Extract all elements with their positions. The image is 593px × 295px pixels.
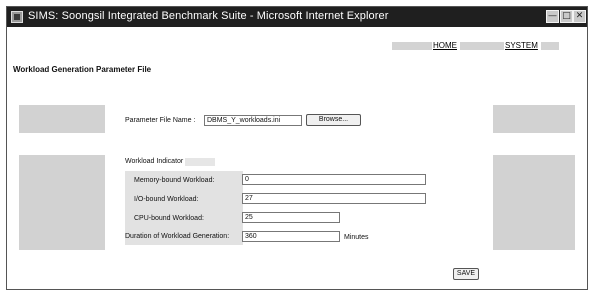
window-title: SIMS: Soongsil Integrated Benchmark Suit… bbox=[28, 10, 389, 22]
right-bottom-panel bbox=[493, 155, 575, 250]
title-bar: SIMS: Soongsil Integrated Benchmark Suit… bbox=[7, 7, 587, 27]
browser-window: SIMS: Soongsil Integrated Benchmark Suit… bbox=[6, 6, 588, 290]
io-bound-field[interactable]: 27 bbox=[242, 193, 426, 204]
duration-label: Duration of Workload Generation: bbox=[125, 233, 230, 240]
home-link[interactable]: HOME bbox=[433, 41, 457, 50]
maximize-icon[interactable]: □ bbox=[560, 10, 573, 23]
browse-button[interactable]: Browse... bbox=[306, 114, 361, 126]
duration-unit: Minutes bbox=[344, 234, 369, 241]
minimize-icon[interactable]: — bbox=[546, 10, 559, 23]
page-content: HOME SYSTEM Workload Generation Paramete… bbox=[7, 27, 587, 289]
parameter-file-field[interactable]: DBMS_Y_workloads.ini bbox=[204, 115, 302, 126]
close-icon[interactable]: ✕ bbox=[573, 10, 586, 23]
left-bottom-panel bbox=[19, 155, 105, 250]
save-button[interactable]: SAVE bbox=[453, 268, 479, 280]
memory-bound-field[interactable]: 0 bbox=[242, 174, 426, 185]
nav-decoration bbox=[460, 42, 504, 50]
memory-bound-label: Memory-bound Workload: bbox=[134, 177, 215, 184]
parameter-file-label: Parameter File Name : bbox=[125, 117, 196, 124]
io-bound-label: I/O-bound Workload: bbox=[134, 196, 199, 203]
workload-indicator-title: Workload Indicator bbox=[125, 158, 184, 165]
right-top-panel bbox=[493, 105, 575, 133]
cpu-bound-label: CPU-bound Workload: bbox=[134, 215, 204, 222]
nav-decoration bbox=[392, 42, 432, 50]
duration-field[interactable]: 360 bbox=[242, 231, 340, 242]
ie-app-icon bbox=[11, 11, 23, 23]
left-top-panel bbox=[19, 105, 105, 133]
system-link[interactable]: SYSTEM bbox=[505, 41, 538, 50]
cpu-bound-field[interactable]: 25 bbox=[242, 212, 340, 223]
nav-decoration bbox=[541, 42, 559, 50]
indicator-decoration bbox=[185, 158, 215, 166]
page-title: Workload Generation Parameter File bbox=[13, 65, 152, 74]
